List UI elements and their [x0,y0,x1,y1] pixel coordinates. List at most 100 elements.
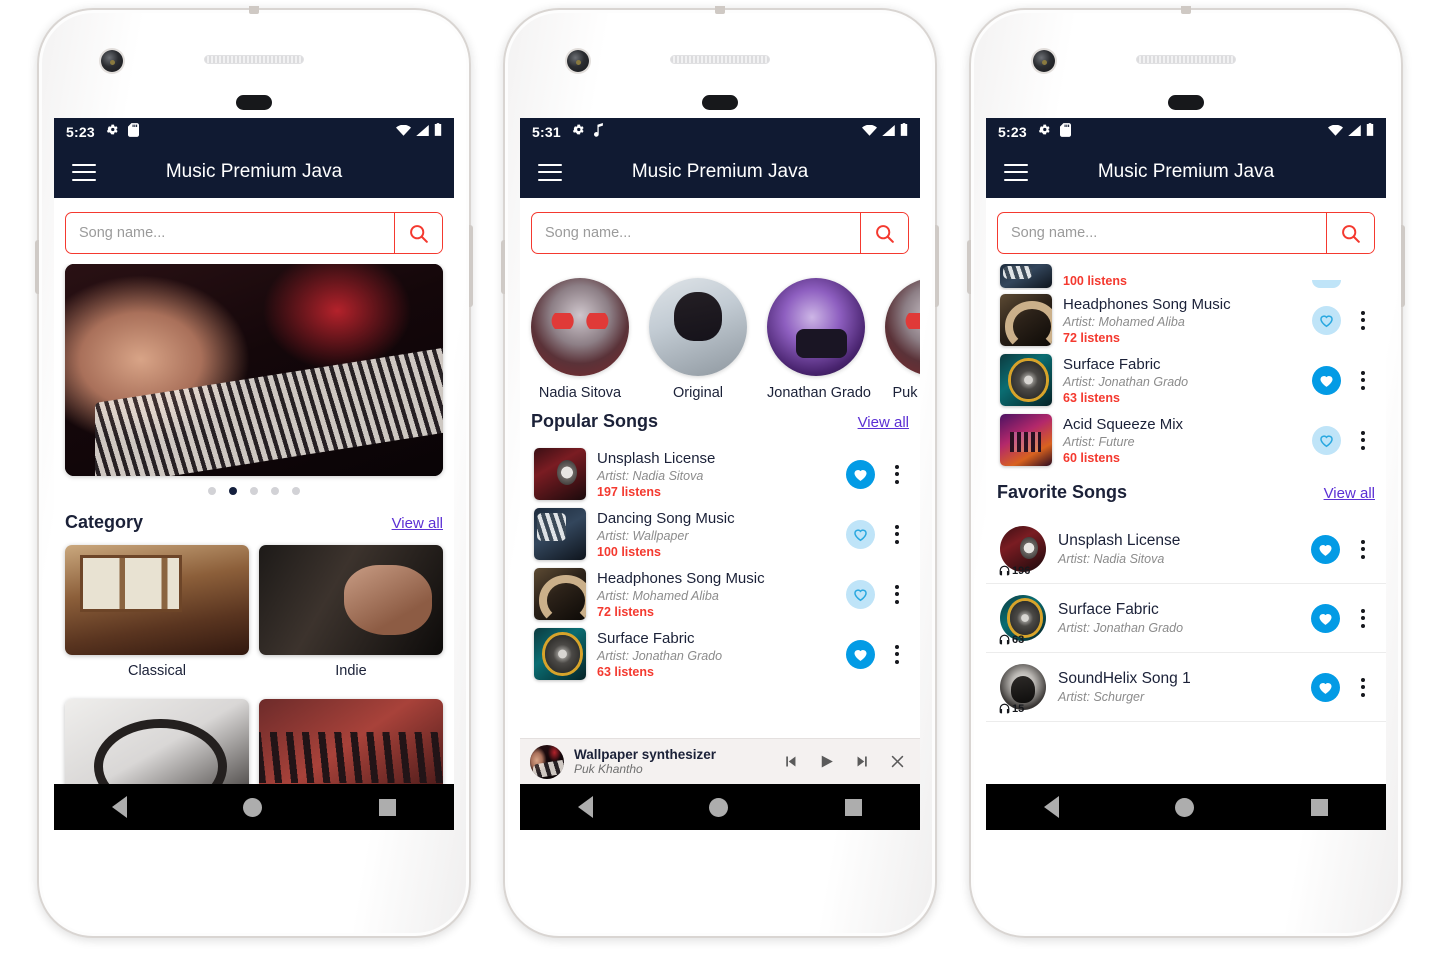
song-listens: 63 listens [597,664,654,679]
hero-carousel[interactable] [65,264,443,476]
song-row-partial[interactable]: 100 listens [986,264,1386,290]
song-row[interactable]: Headphones Song Music Artist: Mohamed Al… [986,290,1386,350]
popular-songs-list: 100 listens Headphones Song Music Artist… [986,264,1386,470]
category-card[interactable]: Indie [259,545,443,689]
song-row[interactable]: Dancing Song Music Artist: Wallpaper 100… [520,504,920,564]
phone-1-content[interactable]: Category View all Classical Indie [54,264,454,784]
category-card[interactable] [259,699,443,784]
more-vertical-icon[interactable] [886,459,908,490]
song-listens: 60 listens [1063,450,1120,465]
search-bar[interactable] [997,212,1375,254]
view-all-link[interactable]: View all [858,414,909,431]
more-vertical-icon[interactable] [1352,365,1374,396]
view-all-link[interactable]: View all [1324,485,1375,502]
song-row[interactable]: Unsplash License Artist: Nadia Sitova 19… [520,444,920,504]
sd-card-icon [1059,122,1071,142]
more-vertical-icon[interactable] [886,579,908,610]
artist-carousel[interactable]: Nadia Sitova Original Jonathan Grado Puk… [520,264,920,405]
favorite-heart-icon[interactable] [1312,280,1341,288]
nav-home-icon[interactable] [243,797,263,817]
hamburger-icon[interactable] [538,163,562,181]
skip-previous-icon[interactable] [782,753,799,770]
search-input[interactable] [998,213,1326,253]
more-vertical-icon[interactable] [1352,603,1374,634]
song-row[interactable]: Acid Squeeze Mix Artist: Future 60 liste… [986,410,1386,470]
carousel-dot[interactable] [292,487,300,495]
play-icon[interactable] [817,752,836,771]
favorite-heart-icon[interactable] [846,459,875,489]
search-input[interactable] [532,213,860,253]
favorite-heart-icon[interactable] [1312,425,1341,455]
carousel-dot[interactable] [250,487,258,495]
nav-home-icon[interactable] [709,797,729,817]
song-row[interactable]: Headphones Song Music Artist: Mohamed Al… [520,564,920,624]
phone-2-content[interactable]: Nadia Sitova Original Jonathan Grado Puk… [520,264,920,784]
nav-home-icon[interactable] [1175,797,1195,817]
song-listens: 197 listens [597,484,661,499]
nav-recent-icon[interactable] [378,798,396,816]
hamburger-icon[interactable] [1004,163,1028,181]
more-vertical-icon[interactable] [886,639,908,670]
favorite-heart-icon[interactable] [846,639,875,669]
headphones-icon [999,634,1010,645]
view-all-link[interactable]: View all [392,515,443,532]
status-bar: 5:31 [520,118,920,146]
carousel-dot[interactable] [271,487,279,495]
nav-recent-icon[interactable] [844,798,862,816]
search-section [54,198,454,264]
nav-back-icon[interactable] [578,796,594,818]
more-vertical-icon[interactable] [1352,672,1374,703]
favorite-heart-icon[interactable] [1312,305,1341,335]
phone-3-content[interactable]: 100 listens Headphones Song Music Artist… [986,264,1386,784]
favorite-heart-icon[interactable] [1312,365,1341,395]
search-bar[interactable] [65,212,443,254]
artist-item[interactable]: Nadia Sitova [531,278,629,401]
favorite-heart-icon[interactable] [1311,603,1340,633]
search-input[interactable] [66,213,394,253]
artist-name: Nadia Sitova [538,385,622,401]
antenna-line [1181,6,1191,14]
close-icon[interactable] [889,753,906,770]
nav-back-icon[interactable] [112,796,128,818]
song-artist: Artist: Jonathan Grado [1063,374,1189,389]
favorite-row[interactable]: 196 Unsplash License Artist: Nadia Sitov… [986,515,1386,584]
song-row[interactable]: Surface Fabric Artist: Jonathan Grado 63… [520,624,920,684]
more-vertical-icon[interactable] [1352,534,1374,565]
favorite-heart-icon[interactable] [1311,534,1340,564]
more-vertical-icon[interactable] [1352,425,1374,456]
artist-item[interactable]: Jonathan Grado [767,278,871,401]
song-row[interactable]: Surface Fabric Artist: Jonathan Grado 63… [986,350,1386,410]
favorite-heart-icon[interactable] [1311,672,1340,702]
nav-recent-icon[interactable] [1310,798,1328,816]
category-label: Indie [335,663,367,679]
category-image [65,699,249,784]
artist-item[interactable]: Puk Khantho [885,278,920,401]
category-card[interactable] [65,699,249,784]
artist-name: Puk Khantho [892,385,920,401]
carousel-dot-active[interactable] [229,487,237,495]
mini-player[interactable]: Wallpaper synthesizer Puk Khantho [520,738,920,784]
more-vertical-icon[interactable] [886,519,908,550]
search-bar[interactable] [531,212,909,254]
skip-next-icon[interactable] [854,753,871,770]
favorite-heart-icon[interactable] [846,519,875,549]
artist-item[interactable]: Original [649,278,747,401]
album-art [1000,354,1052,406]
more-vertical-icon[interactable] [1352,305,1374,336]
search-button[interactable] [1326,213,1374,253]
category-card[interactable]: Classical [65,545,249,689]
search-button[interactable] [394,213,442,253]
android-nav-bar [986,784,1386,830]
favorite-row[interactable]: 15 SoundHelix Song 1 Artist: Schurger [986,653,1386,722]
category-image [259,545,443,655]
antenna-line [249,6,259,14]
hamburger-icon[interactable] [72,163,96,181]
carousel-dot[interactable] [208,487,216,495]
favorite-heart-icon[interactable] [846,579,875,609]
search-button[interactable] [860,213,908,253]
nav-back-icon[interactable] [1044,796,1060,818]
page-title: Music Premium Java [165,161,343,182]
carousel-dots[interactable] [54,476,454,506]
favorite-row[interactable]: 63 Surface Fabric Artist: Jonathan Grado [986,584,1386,653]
category-grid: Classical Indie [54,545,454,784]
